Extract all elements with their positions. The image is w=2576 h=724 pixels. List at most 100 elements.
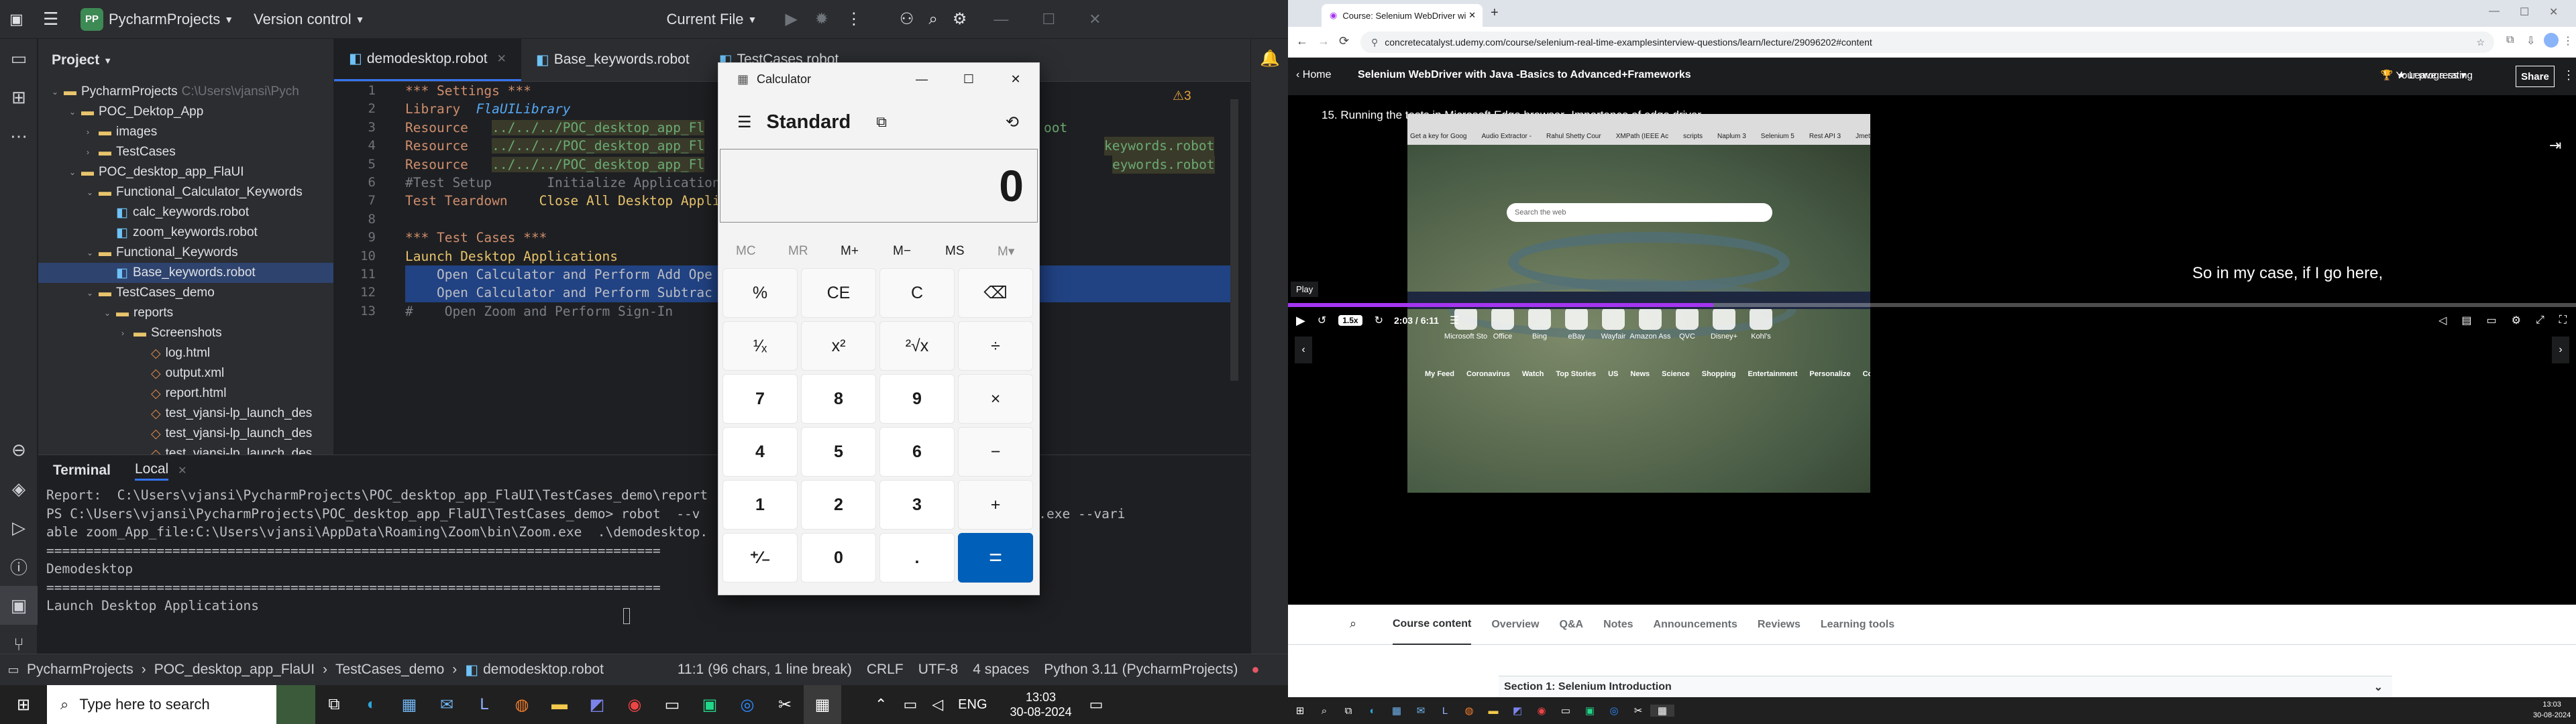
tab-q-a[interactable]: Q&A [1560,605,1584,645]
vcs-widget[interactable]: Version control ▼ [254,11,364,28]
minimize-icon[interactable]: — [2489,5,2500,17]
more-tools-icon[interactable]: ⋯ [0,117,38,156]
calc-key-negate[interactable]: ⁺⁄₋ [722,533,798,583]
browser-tab[interactable]: ◉ Course: Selenium WebDriver wi ✕ [1322,4,1483,27]
memory-button[interactable]: MS [945,244,965,259]
close-icon[interactable]: ✕ [1089,11,1101,28]
close-icon[interactable]: ✕ [2549,5,2558,19]
chevron-down-icon[interactable]: ⌄ [104,308,116,318]
tab-announcements[interactable]: Announcements [1654,605,1737,645]
volume-icon[interactable]: ◁ [932,696,943,713]
calc-key-reciprocal[interactable]: ¹⁄ₓ [722,321,798,371]
network-icon[interactable]: ▭ [903,696,917,713]
calc-key-multiply[interactable]: × [958,374,1033,424]
tree-item[interactable]: ◧ Base_keywords.robot [38,263,333,283]
calc-key-digit-4[interactable]: 4 [722,427,798,477]
gear-icon[interactable]: ⚙ [953,9,967,29]
edge-icon[interactable]: ◐ [353,685,390,724]
firefox-icon[interactable]: ◍ [503,685,541,724]
history-icon[interactable]: ⟲ [1006,113,1019,132]
file-explorer-icon[interactable]: ▬ [1481,705,1505,717]
maximize-icon[interactable]: ☐ [2520,5,2529,19]
chrome-icon[interactable]: ◉ [1529,705,1554,717]
tree-item[interactable]: ⌄ ▬ TestCases_demo [38,283,333,303]
line-separator[interactable]: CRLF [867,662,904,678]
tree-item[interactable]: ⌄ ▬ PycharmProjects C:\Users\vjansi\Pych [38,82,333,102]
tab-reviews[interactable]: Reviews [1758,605,1801,645]
memory-button[interactable]: MR [788,244,808,259]
volume-icon[interactable]: ◁ [2438,314,2447,327]
tree-item[interactable]: ◇ report.html [38,383,333,404]
folder-icon[interactable]: ▭ [0,39,38,78]
run-icon[interactable]: ▶ [785,9,797,29]
hamburger-icon[interactable]: ☰ [737,113,752,132]
calc-key-subtract[interactable]: − [958,427,1033,477]
notification-center-icon[interactable]: ▭ [1089,696,1104,713]
tree-item[interactable]: › ▬ Screenshots [38,323,333,343]
task-view-icon[interactable]: ⧉ [315,685,353,724]
tree-item[interactable]: ◇ test_vjansi-lp_launch_des [38,424,333,444]
caret-position[interactable]: 11:1 (96 chars, 1 line break) [678,662,852,678]
chevron-down-icon[interactable]: ⌄ [52,87,64,97]
pycharm-icon[interactable]: ▣ [691,685,729,724]
tab-base-keywords[interactable]: ◧ Base_keywords.robot [521,38,704,81]
reload-icon[interactable]: ⟳ [1339,34,1349,48]
clock[interactable]: 13:03 30-08-2024 [2533,699,2571,721]
tree-item[interactable]: ◧ zoom_keywords.robot [38,223,333,243]
chevron-right-icon[interactable]: › [121,328,133,338]
calc-key-digit-2[interactable]: 2 [801,480,876,530]
calc-key-equals[interactable]: = [958,533,1033,583]
settings-icon[interactable]: ⚙ [2512,314,2521,327]
zoom-icon[interactable]: ◎ [1602,705,1626,717]
tree-item[interactable]: ◧ calc_keywords.robot [38,202,333,223]
search-icon[interactable]: ⌕ [1350,617,1356,631]
windows-start-icon[interactable]: ⊞ [1288,705,1312,717]
search-icon[interactable]: ⌕ [1312,705,1336,717]
project-switcher[interactable]: PP PycharmProjects ▼ [80,7,233,31]
share-button[interactable]: Share [2516,66,2555,87]
download-icon[interactable]: ⇩ [2526,34,2535,48]
layers-icon[interactable]: ◈ [0,469,38,508]
tree-item[interactable]: ⌄ ▬ POC_Dektop_App [38,102,333,122]
calc-key-digit-6[interactable]: 6 [879,427,955,477]
transcript-icon[interactable]: ☰ [1450,314,1459,327]
calc-key-digit-5[interactable]: 5 [801,427,876,477]
tree-item[interactable]: ◇ output.xml [38,363,333,383]
next-lecture-icon[interactable]: › [2552,337,2569,363]
edge-icon[interactable]: ◐ [1360,705,1385,717]
snipping-icon[interactable]: ✂ [1626,705,1650,717]
teams-icon[interactable]: ◩ [1505,705,1529,717]
tab-demodesktop[interactable]: ◧ demodesktop.robot ✕ [334,38,521,81]
tab-notes[interactable]: Notes [1603,605,1633,645]
zoom-icon[interactable]: ◎ [729,685,766,724]
tree-item[interactable]: › ▬ TestCases [38,142,333,162]
app-icon[interactable]: ▭ [1554,705,1578,717]
minimize-icon[interactable]: — [994,11,1008,28]
mail-icon[interactable]: ✉ [428,685,466,724]
tab-local[interactable]: Local [134,461,169,481]
chevron-right-icon[interactable]: › [87,147,99,157]
mail-icon[interactable]: ✉ [1409,705,1433,717]
teams-icon[interactable]: ◩ [578,685,616,724]
maximize-icon[interactable]: ☐ [1042,11,1055,28]
memory-button[interactable]: MC [736,244,756,259]
task-view-icon[interactable]: ⧉ [1336,705,1360,717]
calc-key-backspace[interactable]: ⌫ [958,268,1033,318]
chrome-icon[interactable]: ◉ [616,685,653,724]
course-title[interactable]: Selenium WebDriver with Java -Basics to … [1358,69,1691,81]
chevron-down-icon[interactable]: ⌄ [87,248,99,257]
calculator-icon[interactable]: ▦ [1650,705,1674,717]
address-bar[interactable]: ⚲ concretecatalyst.udemy.com/course/sele… [1360,32,2494,53]
tree-item[interactable]: › ▬ images [38,122,333,142]
pycharm-icon[interactable]: ▣ [1578,705,1602,717]
calc-key-clear-entry[interactable]: CE [801,268,876,318]
chevron-down-icon[interactable]: ⌄ [87,288,99,298]
site-info-icon[interactable]: ⚲ [1371,37,1378,48]
tree-item[interactable]: ◇ log.html [38,343,333,363]
calc-key-digit-7[interactable]: 7 [722,374,798,424]
video-player[interactable]: 15. Running the tests in Microsoft Edge … [1288,95,2576,605]
more-icon[interactable]: ⋮ [2563,68,2575,82]
tree-item[interactable]: ⌄ ▬ POC_desktop_app_FlaUI [38,162,333,182]
calc-key-digit-9[interactable]: 9 [879,374,955,424]
calc-key-digit-0[interactable]: 0 [801,533,876,583]
